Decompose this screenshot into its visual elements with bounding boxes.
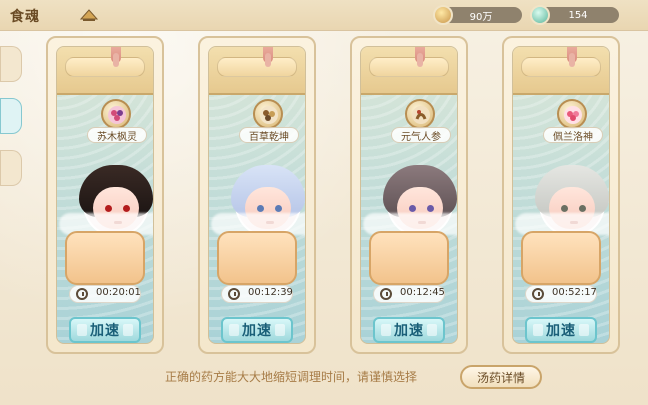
speed-up-button[interactable]: 加速 (221, 317, 293, 343)
bath-card-2: 百草乾坤 00:12:39 加速 (198, 36, 316, 354)
hanging-scroll (513, 47, 609, 95)
recipe-tag: 佩兰洛神 (543, 127, 603, 143)
recipe-pendant[interactable]: 苏木枫灵 (57, 99, 153, 155)
recipe-pendant[interactable]: 百草乾坤 (209, 99, 305, 155)
bath-card-1: 苏木枫灵 00:20:01 加速 (46, 36, 164, 354)
side-tab-1[interactable] (0, 46, 22, 82)
recipe-icon (557, 99, 587, 129)
speed-up-button[interactable]: 加速 (525, 317, 597, 343)
timer-text: 00:20:01 (96, 287, 141, 298)
timer-text: 00:12:39 (248, 287, 293, 298)
bath-card-3: 元气人参 00:12:45 加速 (350, 36, 468, 354)
card-panel: 百草乾坤 00:12:39 加速 (208, 46, 306, 344)
timer-text: 00:12:45 (400, 287, 445, 298)
hint-text: 正确的药方能大大地缩短调理时间，请谨慎选择 (165, 370, 418, 384)
recipe-tag: 百草乾坤 (239, 127, 299, 143)
hanging-scroll (209, 47, 305, 95)
gem-value: 154 (568, 9, 588, 21)
coin-value: 90万 (469, 11, 493, 23)
bathtub (217, 231, 297, 285)
character-bath[interactable] (515, 165, 609, 285)
side-tab-3[interactable] (0, 150, 22, 186)
card-panel: 苏木枫灵 00:20:01 加速 (56, 46, 154, 344)
gem-resource[interactable]: 154 (530, 5, 619, 25)
timer-pill: 00:12:39 (221, 285, 293, 303)
bathtub (521, 231, 601, 285)
top-bar: 食魂 90万 154 (0, 0, 648, 31)
hanging-scroll (361, 47, 457, 95)
medicine-details-button[interactable]: 汤药详情 (460, 365, 542, 389)
tassel-decoration (111, 47, 121, 67)
recipe-icon (253, 99, 283, 129)
character-bath[interactable] (363, 165, 457, 285)
recipe-pendant[interactable]: 元气人参 (361, 99, 457, 155)
orchid-icon (564, 106, 582, 124)
clock-icon (76, 288, 88, 300)
recipe-pendant[interactable]: 佩兰洛神 (513, 99, 609, 155)
eye-right (427, 205, 434, 212)
coin-resource[interactable]: 90万 (433, 5, 522, 25)
recipe-icon (101, 99, 131, 129)
coin-icon (433, 5, 453, 25)
bathtub (65, 231, 145, 285)
eye-left (257, 205, 264, 212)
ginseng-icon (412, 106, 430, 124)
eye-left (409, 205, 416, 212)
page-title: 食魂 (10, 9, 40, 25)
recipe-icon (405, 99, 435, 129)
card-panel: 元气人参 00:12:45 加速 (360, 46, 458, 344)
timer-pill: 00:12:45 (373, 285, 445, 303)
hat-icon (79, 9, 99, 21)
timer-pill: 00:52:17 (525, 285, 597, 303)
character-bath[interactable] (211, 165, 305, 285)
card-panel: 佩兰洛神 00:52:17 加速 (512, 46, 610, 344)
bathtub (369, 231, 449, 285)
eye-left (105, 205, 112, 212)
clock-icon (228, 288, 240, 300)
side-tab-2[interactable] (0, 98, 22, 134)
recipe-tag: 苏木枫灵 (87, 127, 147, 143)
eye-left (561, 205, 568, 212)
tassel-decoration (567, 47, 577, 67)
timer-text: 00:52:17 (552, 287, 597, 298)
eye-right (275, 205, 282, 212)
eye-right (579, 205, 586, 212)
recipe-tag: 元气人参 (391, 127, 451, 143)
clock-icon (532, 288, 544, 300)
character-bath[interactable] (59, 165, 153, 285)
bath-card-4: 佩兰洛神 00:52:17 加速 (502, 36, 620, 354)
gem-icon (530, 5, 550, 25)
flower-icon (108, 106, 126, 124)
tassel-decoration (263, 47, 273, 67)
eye-right (123, 205, 130, 212)
tassel-decoration (415, 47, 425, 67)
speed-up-button[interactable]: 加速 (373, 317, 445, 343)
timer-pill: 00:20:01 (69, 285, 141, 303)
hanging-scroll (57, 47, 153, 95)
herbs-icon (260, 106, 278, 124)
speed-up-button[interactable]: 加速 (69, 317, 141, 343)
clock-icon (380, 288, 392, 300)
